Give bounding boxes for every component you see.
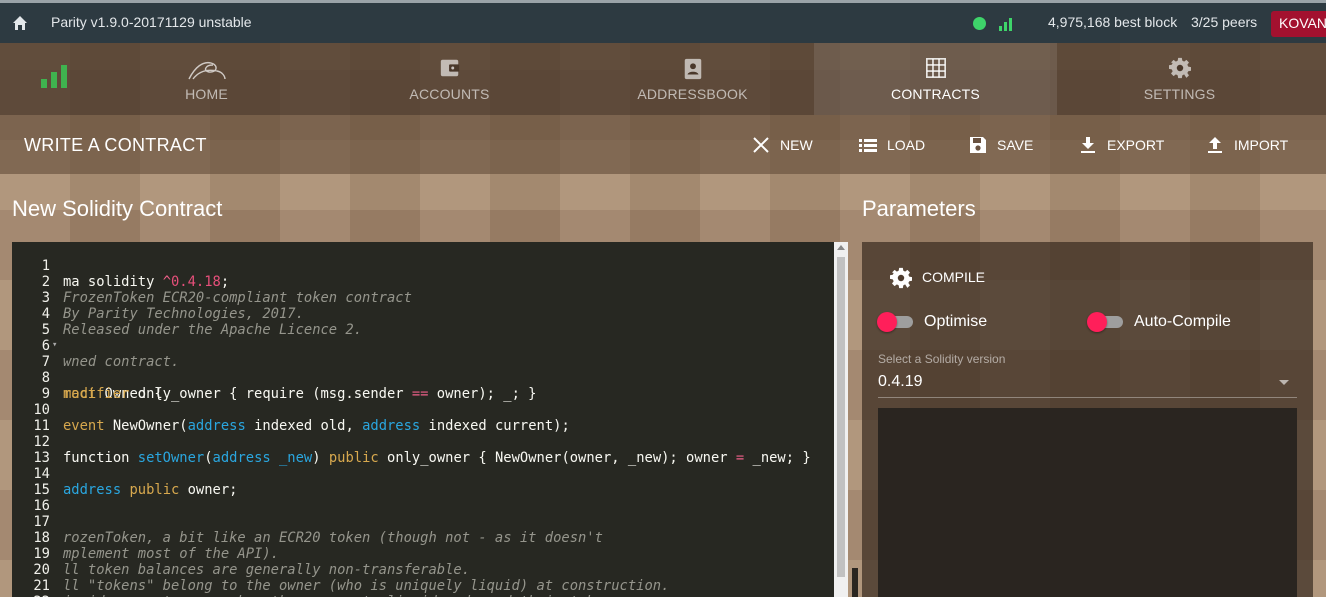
parameters-panel: COMPILE Optimise Auto-Compile Select a S…	[862, 242, 1313, 597]
code-line: 2 FrozenToken ECR20-compliant token cont…	[12, 258, 834, 306]
code-line: 10 event NewOwner(address indexed old, a…	[12, 386, 834, 434]
code-line: 22 o other axccounts.	[12, 578, 834, 597]
save-button[interactable]: SAVE	[968, 115, 1038, 174]
page-title: WRITE A CONTRACT	[24, 135, 207, 155]
chevron-down-icon	[1279, 380, 1289, 385]
signal-icon	[999, 18, 1012, 31]
tab-label: ADDRESSBOOK	[637, 86, 748, 102]
peers-readout: 3/25 peers	[1191, 14, 1258, 30]
code-line: 4 Released under the Apache Licence 2.	[12, 290, 834, 338]
contract-toolbar: WRITE A CONTRACT NEW LOAD SAVE EXPORT IM…	[0, 115, 1326, 174]
import-button[interactable]: IMPORT	[1205, 115, 1295, 174]
tab-contracts[interactable]: CONTRACTS	[814, 43, 1057, 115]
code-line: 9	[12, 370, 834, 402]
export-button-label: EXPORT	[1107, 137, 1165, 153]
code-line: 17 rozenToken, a bit like an ECR20 token…	[12, 498, 834, 546]
tab-addressbook[interactable]: ADDRESSBOOK	[571, 43, 814, 115]
connection-status-dot	[973, 17, 986, 30]
tab-home[interactable]: HOME	[85, 43, 328, 115]
list-icon	[859, 139, 877, 152]
code-line: 6 wned contract.	[12, 322, 834, 370]
optimise-toggle[interactable]: Optimise	[877, 312, 1007, 332]
toggle-knob	[1087, 312, 1107, 332]
main-nav: HOME ACCOUNTS ADDRESSBOOK CONTRACTS SETT…	[0, 43, 1326, 115]
scroll-up-arrow-icon[interactable]	[837, 245, 845, 250]
code-line: 5	[12, 306, 834, 338]
code-line: 21 iquid accounts can make other account…	[12, 562, 834, 597]
code-line: 19 ll token balances are generally non-t…	[12, 530, 834, 578]
upload-icon	[1208, 137, 1222, 153]
solidity-version-select[interactable]: Select a Solidity version 0.4.19	[878, 350, 1297, 398]
best-block-readout: 4,975,168 best block	[1048, 14, 1178, 30]
compiler-output-area	[878, 408, 1297, 597]
save-button-label: SAVE	[997, 137, 1034, 153]
code-line: 3 By Parity Technologies, 2017.	[12, 274, 834, 322]
code-line: 13	[12, 434, 834, 466]
home-icon[interactable]	[12, 15, 28, 31]
chain-badge[interactable]: KOVAN	[1271, 11, 1326, 37]
tab-accounts[interactable]: ACCOUNTS	[328, 43, 571, 115]
toggle-knob	[877, 312, 897, 332]
page-scrollbar-thumb[interactable]	[852, 568, 858, 597]
app-title: Parity v1.9.0-20171129 unstable	[51, 14, 252, 30]
code-line: 8 modifier only_owner { require (msg.sen…	[12, 354, 834, 402]
tab-label: ACCOUNTS	[409, 86, 490, 102]
auto-compile-toggle[interactable]: Auto-Compile	[1087, 312, 1247, 332]
wallet-icon	[440, 59, 459, 77]
gear-icon	[1168, 57, 1191, 79]
new-button-label: NEW	[780, 137, 813, 153]
parameters-title: Parameters	[862, 196, 976, 221]
parity-signal-logo-icon[interactable]	[40, 63, 68, 89]
code-line: 11	[12, 402, 834, 434]
code-line: 20 ll "tokens" belong to the owner (who …	[12, 546, 834, 594]
solidity-version-value: 0.4.19	[878, 373, 923, 390]
code-line: 14 address public owner;	[12, 450, 834, 498]
code-line: 7 ▾ ract Owned {	[12, 337, 834, 402]
addressbook-icon	[684, 58, 701, 80]
tab-label: HOME	[185, 86, 228, 102]
optimise-label: Optimise	[924, 313, 988, 330]
home-wave-icon	[187, 61, 226, 80]
new-button[interactable]: NEW	[751, 115, 821, 174]
code-line: 18 mplement most of the API).	[12, 514, 834, 562]
auto-compile-label: Auto-Compile	[1134, 313, 1231, 330]
code-editor[interactable]: 1 ma solidity ^0.4.18; 2 FrozenToken ECR…	[12, 242, 834, 597]
compile-label: COMPILE	[922, 269, 986, 285]
download-icon	[1081, 137, 1095, 153]
editor-title: New Solidity Contract	[12, 196, 223, 221]
close-icon	[753, 137, 769, 153]
load-button-label: LOAD	[887, 137, 926, 153]
code-line: 1 ma solidity ^0.4.18;	[12, 242, 834, 290]
code-line: 15	[12, 466, 834, 498]
export-button[interactable]: EXPORT	[1078, 115, 1168, 174]
tab-label: CONTRACTS	[891, 86, 980, 102]
status-bar: Parity v1.9.0-20171129 unstable 4,975,16…	[0, 0, 1326, 43]
import-button-label: IMPORT	[1234, 137, 1289, 153]
code-line: 16	[12, 482, 834, 514]
fold-arrow-icon[interactable]: ▾	[52, 337, 57, 353]
scrollbar-thumb[interactable]	[837, 257, 845, 577]
tab-settings[interactable]: SETTINGS	[1058, 43, 1301, 115]
load-button[interactable]: LOAD	[858, 115, 928, 174]
editor-scrollbar[interactable]	[834, 242, 848, 597]
gear-icon	[890, 267, 912, 289]
solidity-version-label: Select a Solidity version	[878, 352, 1006, 366]
code-line: 12 function setOwner(address _new) publi…	[12, 418, 834, 466]
floppy-icon	[970, 137, 986, 153]
grid-icon	[925, 58, 946, 78]
tab-label: SETTINGS	[1143, 86, 1216, 102]
